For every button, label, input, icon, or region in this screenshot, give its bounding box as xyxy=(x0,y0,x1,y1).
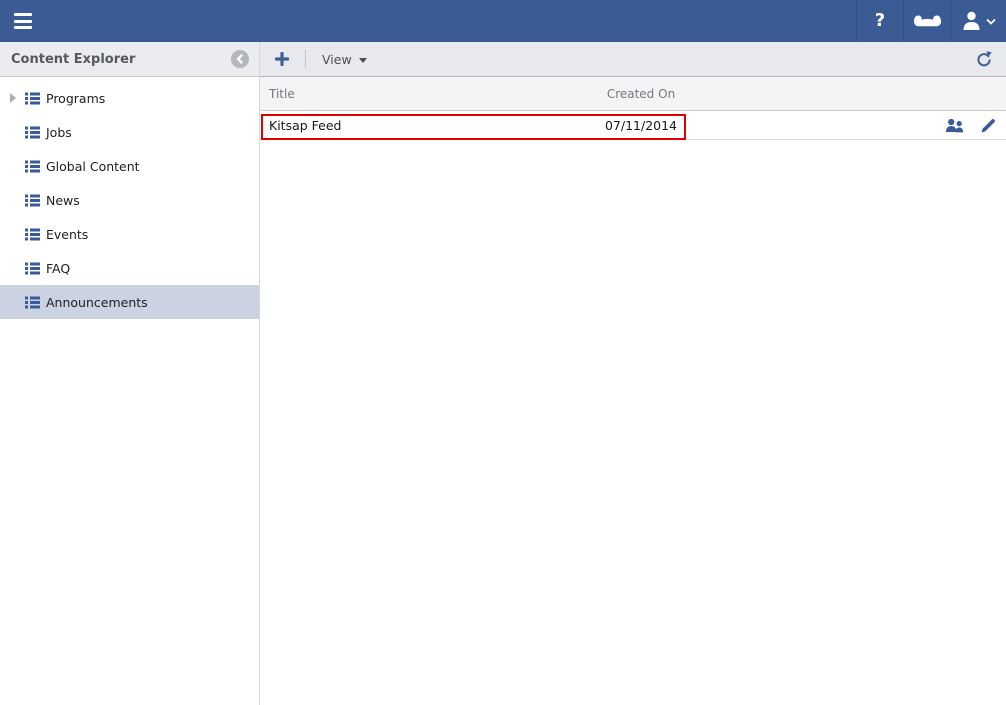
phone-handset-icon xyxy=(913,9,942,33)
view-dropdown-label: View xyxy=(322,52,352,67)
table-header: Title Created On xyxy=(260,77,1006,111)
list-icon xyxy=(25,126,40,139)
list-icon xyxy=(25,262,40,275)
sidebar-item-events[interactable]: Events xyxy=(0,217,259,251)
sidebar-header: Content Explorer xyxy=(0,42,259,77)
row-title-cell[interactable]: Kitsap Feed xyxy=(260,118,580,133)
sidebar-item-faq[interactable]: FAQ xyxy=(0,251,259,285)
row-created-on-cell: 07/11/2014 xyxy=(580,118,702,133)
list-icon xyxy=(25,194,40,207)
list-icon xyxy=(25,228,40,241)
table-body: Kitsap Feed07/11/2014 xyxy=(260,111,1006,140)
add-item-button[interactable] xyxy=(272,49,292,69)
topbar-actions: ? xyxy=(856,0,1006,42)
chevron-left-icon xyxy=(234,53,246,65)
sidebar-item-label: Global Content xyxy=(46,159,140,174)
sidebar-item-announcements[interactable]: Announcements xyxy=(0,285,259,319)
permissions-users-icon[interactable] xyxy=(945,118,965,133)
sidebar-item-label: Programs xyxy=(46,91,105,106)
plus-icon xyxy=(274,51,290,67)
refresh-icon xyxy=(975,50,993,69)
expander-arrow-icon[interactable] xyxy=(10,93,16,103)
sidebar-item-label: News xyxy=(46,193,80,208)
view-dropdown[interactable]: View xyxy=(322,52,367,67)
toolbar-divider xyxy=(305,50,306,68)
chevron-down-icon xyxy=(986,18,996,25)
top-navigation-bar: ? xyxy=(0,0,1006,42)
table-row[interactable]: Kitsap Feed07/11/2014 xyxy=(260,111,1006,140)
refresh-button[interactable] xyxy=(975,50,993,69)
sidebar-item-news[interactable]: News xyxy=(0,183,259,217)
main-panel: View Title Created On Kitsap Feed07/11/2… xyxy=(260,42,1006,705)
user-menu-button[interactable] xyxy=(950,0,1006,42)
sidebar-item-programs[interactable]: Programs xyxy=(0,81,259,115)
sidebar-title: Content Explorer xyxy=(11,52,231,67)
sidebar-item-global-content[interactable]: Global Content xyxy=(0,149,259,183)
list-icon xyxy=(25,160,40,173)
sidebar-item-label: Announcements xyxy=(46,295,148,310)
user-icon xyxy=(962,11,981,31)
edit-pencil-icon[interactable] xyxy=(980,117,997,134)
hamburger-menu-icon[interactable] xyxy=(0,0,46,42)
list-icon xyxy=(25,296,40,309)
column-header-title[interactable]: Title xyxy=(260,87,580,101)
help-icon: ? xyxy=(875,12,885,30)
content-explorer-sidebar: Content Explorer Programs Jobs Global Cont… xyxy=(0,42,260,705)
sidebar-item-label: FAQ xyxy=(46,261,70,276)
caret-down-icon xyxy=(359,58,367,63)
help-button[interactable]: ? xyxy=(856,0,903,42)
sidebar-item-label: Jobs xyxy=(46,125,72,140)
list-icon xyxy=(25,92,40,105)
column-header-created-on[interactable]: Created On xyxy=(580,87,702,101)
sidebar-tree: Programs Jobs Global Content News Events FAQ A… xyxy=(0,77,259,319)
app-body: Content Explorer Programs Jobs Global Cont… xyxy=(0,42,1006,705)
sidebar-item-label: Events xyxy=(46,227,88,242)
sidebar-item-jobs[interactable]: Jobs xyxy=(0,115,259,149)
sidebar-collapse-button[interactable] xyxy=(231,50,249,68)
phone-preview-button[interactable] xyxy=(903,0,950,42)
row-actions xyxy=(945,117,1006,134)
list-toolbar: View xyxy=(260,42,1006,77)
